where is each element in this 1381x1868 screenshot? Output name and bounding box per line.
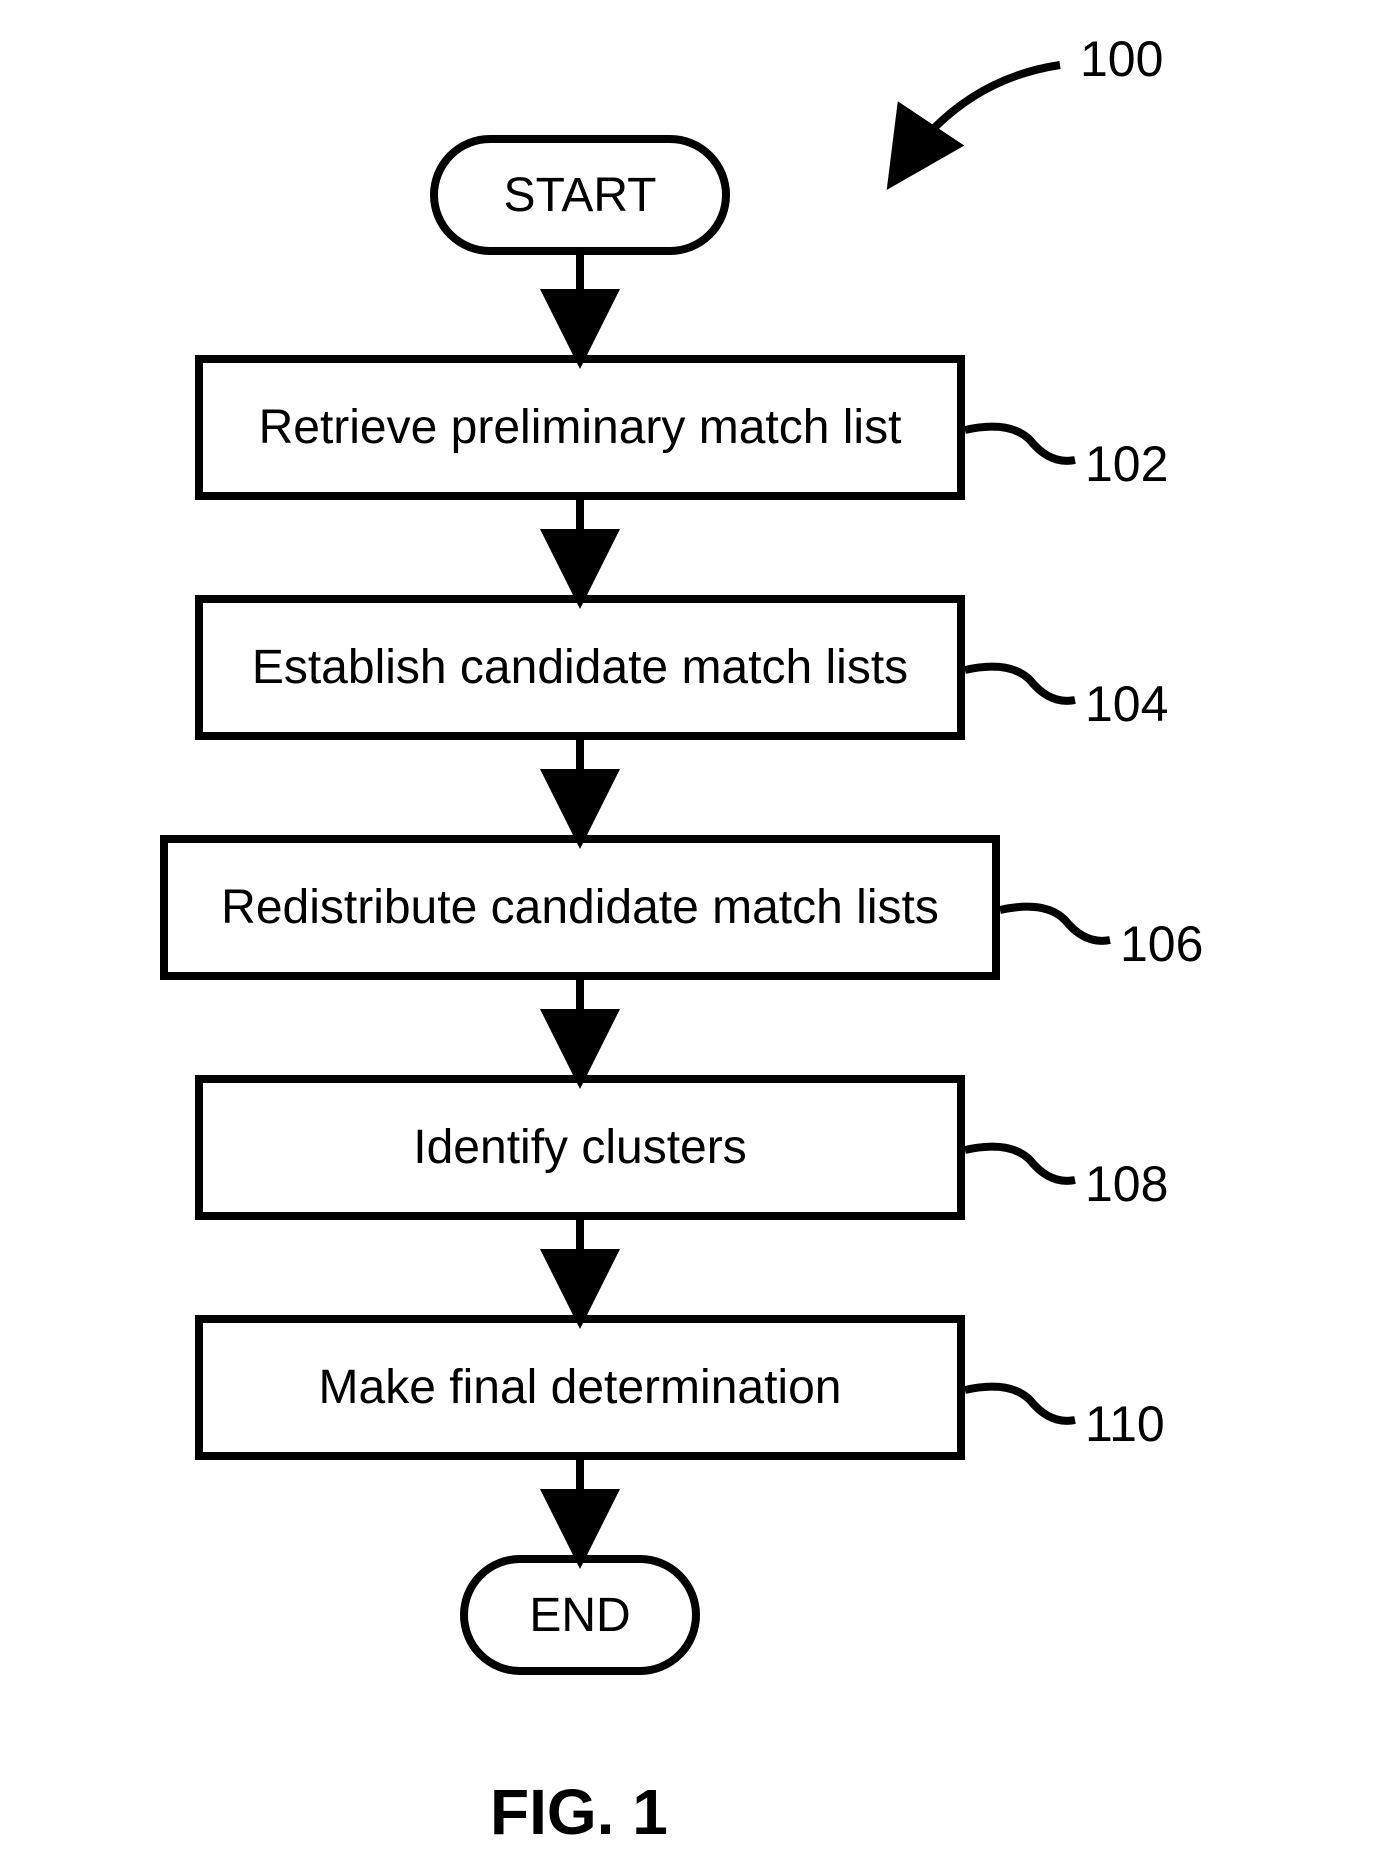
leader-line-108 bbox=[965, 1147, 1075, 1181]
process-step-1-label: Retrieve preliminary match list bbox=[259, 400, 902, 455]
process-step-4: Identify clusters bbox=[195, 1075, 965, 1220]
ref-label-step-5: 110 bbox=[1085, 1395, 1165, 1453]
terminal-start-label: START bbox=[504, 168, 657, 223]
figure-caption: FIG. 1 bbox=[490, 1775, 668, 1849]
leader-line-106 bbox=[1000, 907, 1110, 941]
terminal-start: START bbox=[430, 135, 730, 255]
flowchart-canvas: 100 START Retrieve preliminary match lis… bbox=[0, 0, 1381, 1868]
pointer-arrow-100 bbox=[900, 65, 1060, 170]
terminal-end: END bbox=[460, 1555, 700, 1675]
process-step-5-label: Make final determination bbox=[319, 1360, 842, 1415]
process-step-4-label: Identify clusters bbox=[413, 1120, 746, 1175]
terminal-end-label: END bbox=[529, 1588, 630, 1643]
process-step-1: Retrieve preliminary match list bbox=[195, 355, 965, 500]
ref-label-step-2: 104 bbox=[1085, 675, 1168, 733]
process-step-2: Establish candidate match lists bbox=[195, 595, 965, 740]
ref-label-step-1: 102 bbox=[1085, 435, 1168, 493]
leader-line-104 bbox=[965, 667, 1075, 701]
ref-label-step-3: 106 bbox=[1120, 915, 1203, 973]
ref-label-step-4: 108 bbox=[1085, 1155, 1168, 1213]
ref-label-figure: 100 bbox=[1080, 30, 1163, 88]
leader-line-110 bbox=[965, 1387, 1075, 1421]
process-step-5: Make final determination bbox=[195, 1315, 965, 1460]
process-step-2-label: Establish candidate match lists bbox=[252, 640, 908, 695]
process-step-3: Redistribute candidate match lists bbox=[160, 835, 1000, 980]
process-step-3-label: Redistribute candidate match lists bbox=[221, 880, 939, 935]
leader-line-102 bbox=[965, 427, 1075, 461]
